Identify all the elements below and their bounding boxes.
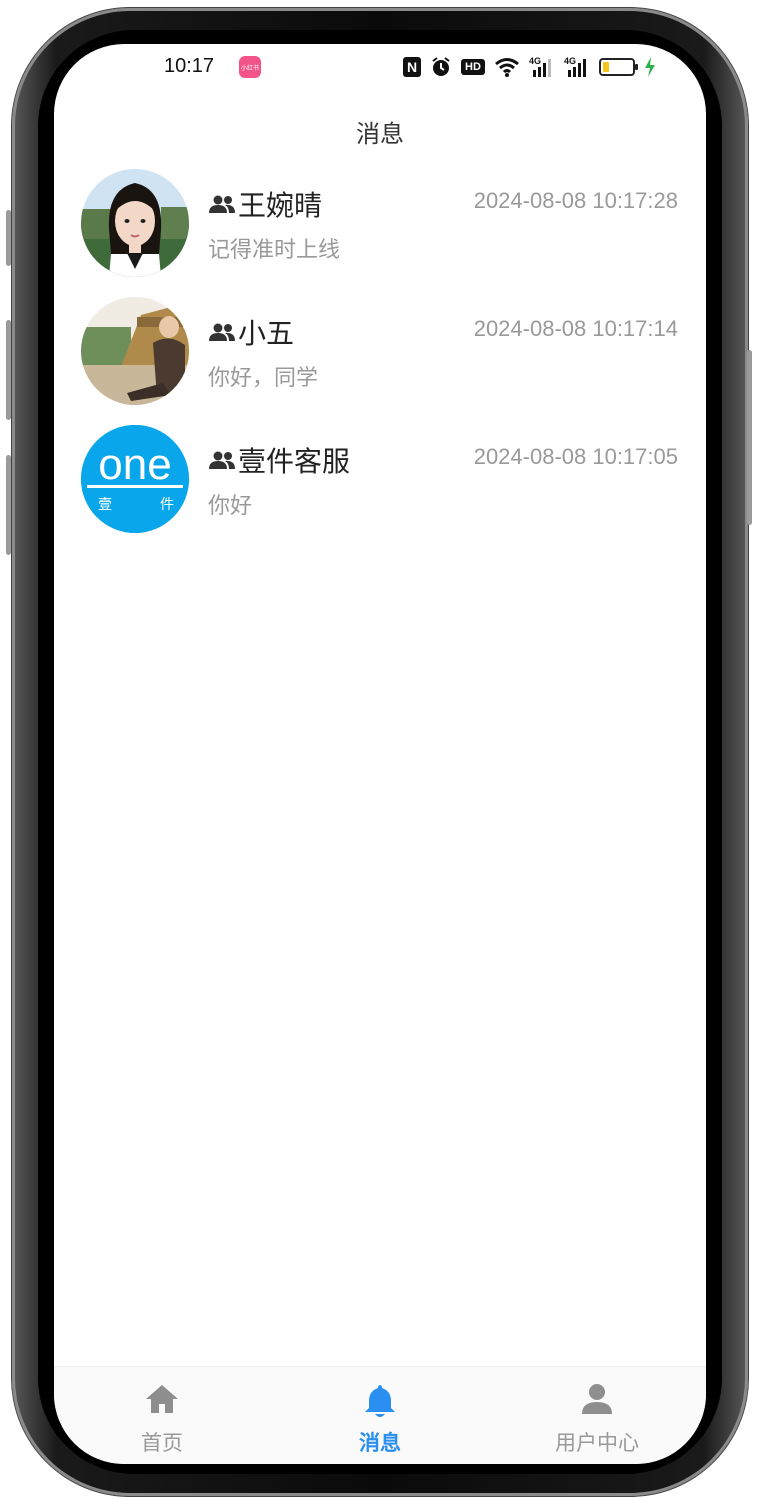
tab-label: 首页	[141, 1431, 183, 1455]
app-notification-icon: 小红书	[239, 56, 261, 78]
tab-user-center[interactable]: 用户中心	[517, 1367, 677, 1464]
contact-name-text: 壹件客服	[238, 445, 351, 478]
signal-4g-icon: 4G	[529, 54, 555, 80]
group-icon	[208, 322, 236, 342]
message-item[interactable]: 王婉晴 2024-08-08 10:17:28 记得准时上线	[54, 166, 706, 294]
home-icon	[144, 1383, 180, 1419]
tab-label: 消息	[359, 1431, 401, 1455]
group-icon	[208, 194, 236, 214]
avatar[interactable]	[81, 169, 189, 277]
bell-icon	[364, 1383, 396, 1423]
alarm-icon	[430, 54, 452, 80]
page-title: 消息	[356, 120, 404, 148]
user-icon	[580, 1383, 614, 1419]
message-item[interactable]: 小五 2024-08-08 10:17:14 你好，同学	[54, 294, 706, 422]
contact-name: 王婉晴	[208, 184, 322, 224]
charging-icon	[644, 54, 656, 80]
wifi-icon	[494, 54, 520, 80]
group-icon	[208, 450, 236, 470]
message-preview: 你好，同学	[208, 366, 319, 391]
volume-button	[6, 455, 11, 555]
message-time: 2024-08-08 10:17:28	[473, 188, 678, 213]
nfc-icon: N	[403, 57, 421, 77]
tab-label: 用户中心	[555, 1431, 639, 1455]
svg-text:4G: 4G	[564, 56, 576, 66]
signal-4g-icon: 4G	[564, 54, 590, 80]
logo-subtext: 壹	[98, 497, 112, 513]
contact-name: 小五	[208, 312, 294, 352]
power-button	[747, 350, 752, 525]
phone-screen: 10:17 小红书 N HD 4G 4G 消息 王婉晴 2024-08-08 1…	[54, 44, 706, 1464]
hd-icon: HD	[461, 59, 485, 75]
message-preview: 你好	[208, 494, 253, 519]
avatar[interactable]	[81, 297, 189, 405]
status-bar: 10:17 小红书 N HD 4G 4G	[54, 44, 706, 92]
tab-messages[interactable]: 消息	[300, 1367, 460, 1464]
message-time: 2024-08-08 10:17:05	[473, 444, 678, 469]
contact-name: 壹件客服	[208, 440, 350, 480]
contact-name-text: 王婉晴	[238, 189, 323, 222]
logo-subtext: 件	[160, 497, 174, 513]
svg-text:4G: 4G	[529, 56, 541, 66]
battery-icon	[599, 54, 638, 80]
avatar[interactable]: one 壹 件	[81, 425, 189, 533]
message-preview: 记得准时上线	[208, 238, 341, 263]
volume-button	[6, 210, 11, 266]
logo-text: one	[98, 440, 171, 489]
status-time: 10:17	[164, 55, 215, 77]
message-time: 2024-08-08 10:17:14	[473, 316, 678, 341]
message-list: 王婉晴 2024-08-08 10:17:28 记得准时上线 小五 2024-0…	[54, 166, 706, 550]
message-item[interactable]: one 壹 件 壹件客服 2024-08-08 10:17:05 你好	[54, 422, 706, 550]
contact-name-text: 小五	[238, 317, 295, 350]
volume-button	[6, 320, 11, 420]
tab-home[interactable]: 首页	[82, 1367, 242, 1464]
tab-bar: 首页 消息 用户中心	[54, 1366, 706, 1464]
status-icons: N HD 4G 4G	[403, 54, 656, 80]
